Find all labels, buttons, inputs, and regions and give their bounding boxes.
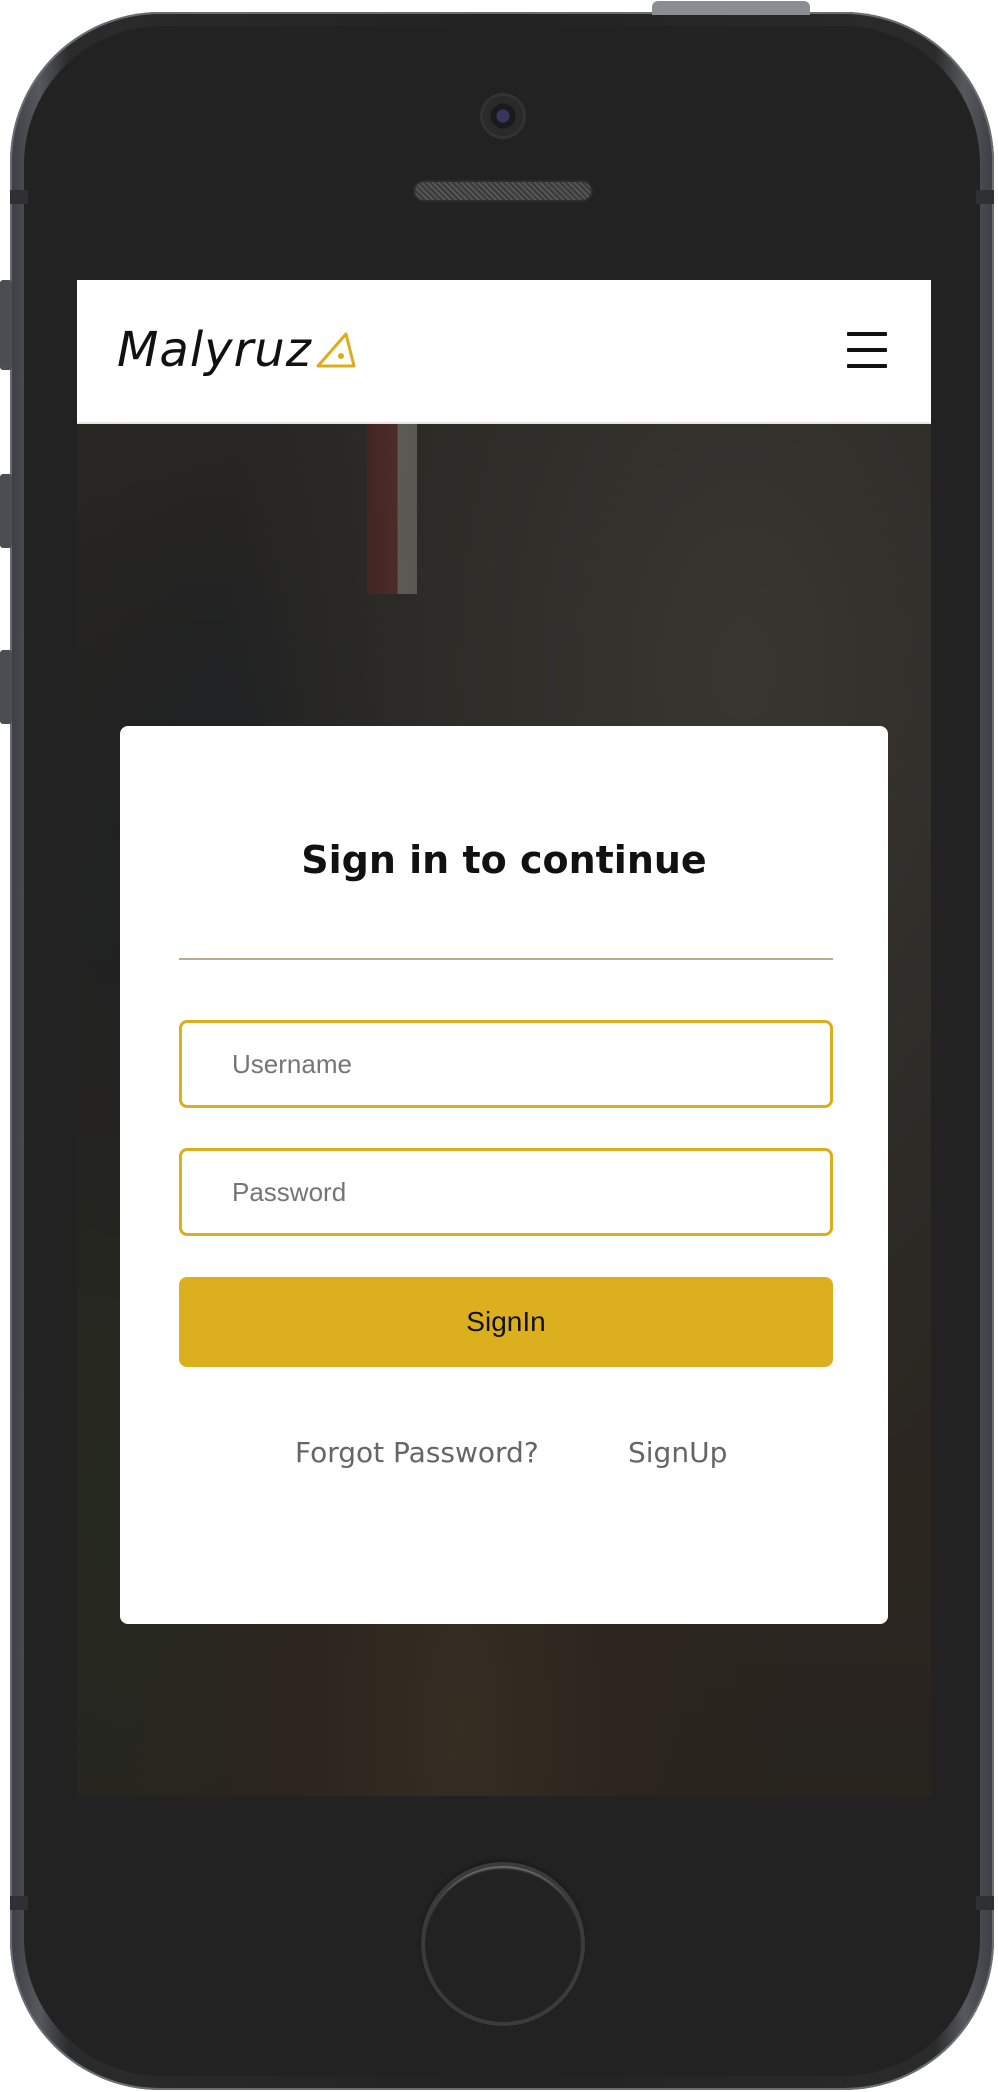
hamburger-line (847, 332, 887, 336)
hero-background-detail (367, 424, 417, 594)
title-divider (179, 958, 833, 960)
password-input[interactable] (179, 1148, 833, 1236)
hamburger-menu-icon[interactable] (847, 330, 887, 370)
phone-screen: Malyruz Sign in to continue SignIn Forgo… (77, 280, 931, 1796)
signup-link[interactable]: SignUp (628, 1436, 727, 1469)
mute-switch (0, 280, 12, 370)
front-camera-icon (483, 96, 523, 136)
username-input[interactable] (179, 1020, 833, 1108)
auth-links: Forgot Password? SignUp (120, 1436, 888, 1476)
volume-down-button (0, 650, 12, 724)
top-navbar: Malyruz (77, 280, 931, 424)
power-button (652, 1, 810, 15)
home-button-icon[interactable] (421, 1862, 585, 2026)
hamburger-line (847, 364, 887, 368)
hero-background: Sign in to continue SignIn Forgot Passwo… (77, 424, 931, 1796)
brand-logo[interactable]: Malyruz (117, 318, 356, 382)
brand-name: Malyruz (117, 322, 312, 378)
brand-triangle-icon (316, 332, 356, 368)
signin-button[interactable]: SignIn (179, 1277, 833, 1367)
signin-card: Sign in to continue SignIn Forgot Passwo… (120, 726, 888, 1624)
antenna-band (10, 1896, 28, 1910)
signin-title: Sign in to continue (301, 838, 707, 882)
antenna-band (976, 190, 994, 204)
forgot-password-link[interactable]: Forgot Password? (295, 1436, 539, 1469)
antenna-band (10, 190, 28, 204)
antenna-band (976, 1896, 994, 1910)
hamburger-line (847, 348, 887, 352)
volume-up-button (0, 474, 12, 548)
earpiece-speaker (415, 182, 591, 200)
